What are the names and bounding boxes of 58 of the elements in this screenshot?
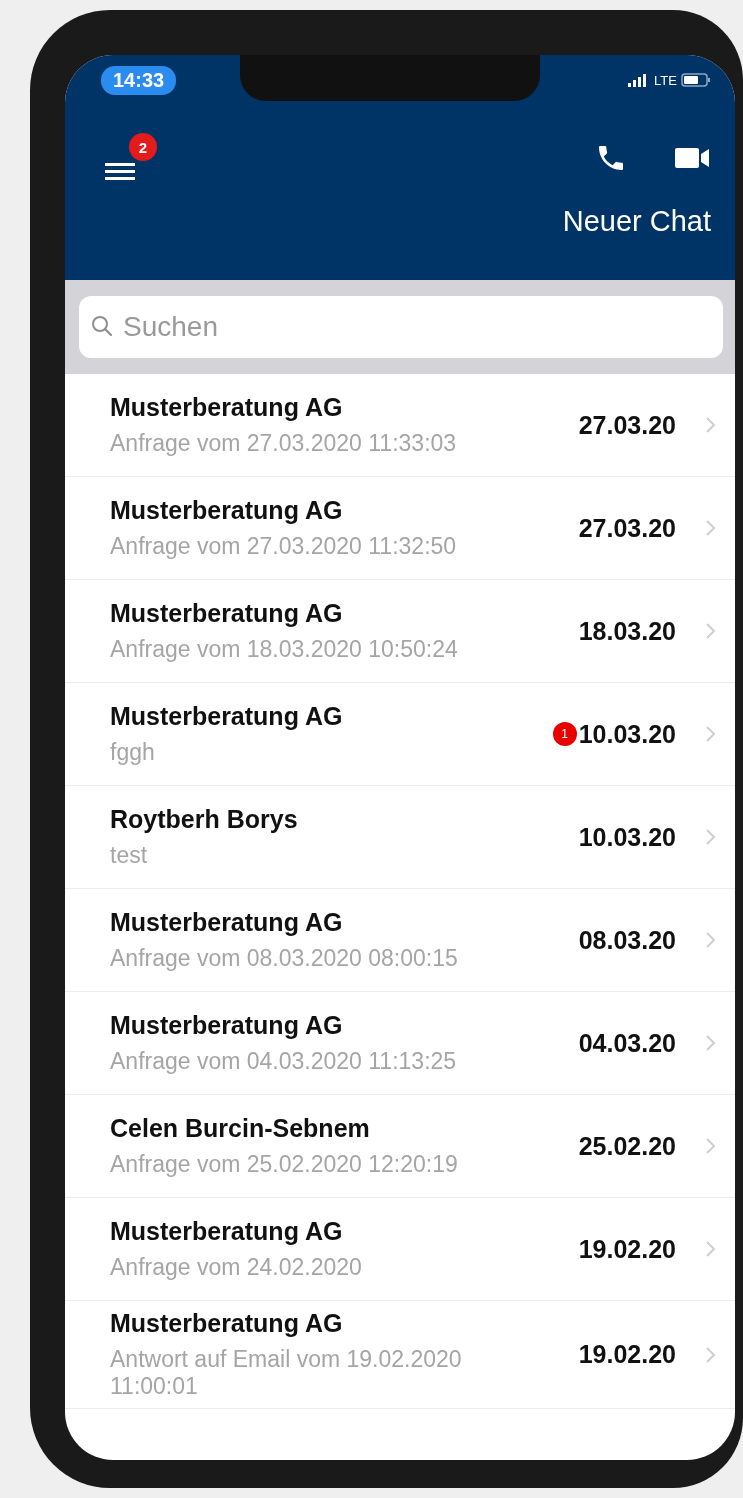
chat-name: Musterberatung AG bbox=[110, 599, 344, 628]
search-field[interactable]: Suchen bbox=[79, 296, 723, 358]
chat-preview: Anfrage vom 27.03.2020 11:32:50 bbox=[110, 533, 458, 560]
chat-name: Musterberatung AG bbox=[110, 1217, 344, 1246]
chevron-icon bbox=[706, 829, 715, 845]
chat-date: 04.03.20 bbox=[578, 1028, 676, 1058]
chat-date: 19.02.20 bbox=[578, 1340, 676, 1369]
chat-name: Musterberatung AG bbox=[110, 702, 344, 731]
chevron-icon bbox=[706, 520, 715, 536]
chat-preview: Anfrage vom 08.03.2020 08:00:15 bbox=[110, 945, 459, 972]
chat-name: Roytberh Borys bbox=[110, 805, 299, 834]
chat-name: Musterberatung AG bbox=[110, 1309, 344, 1338]
chevron-icon bbox=[706, 726, 715, 742]
video-camera-icon[interactable] bbox=[675, 145, 711, 171]
chevron-icon bbox=[706, 932, 715, 948]
chevron-icon bbox=[706, 1346, 715, 1363]
chat-date: 10.03.20 bbox=[578, 719, 676, 749]
chat-name: Musterberatung AG bbox=[110, 393, 344, 422]
chat-date: 25.02.20 bbox=[578, 1131, 676, 1161]
chat-list-item[interactable]: Musterberatung AG Anfrage vom 04.03.2020 11:13:25 04.03.20 bbox=[65, 992, 735, 1095]
chat-preview: Anfrage vom 27.03.2020 11:33:03 bbox=[110, 430, 458, 457]
chat-preview: Anfrage vom 24.02.2020 bbox=[110, 1254, 363, 1281]
notification-badge: 2 bbox=[129, 133, 157, 161]
chat-list-item[interactable]: Musterberatung AG Anfrage vom 27.03.2020 11:32:50 27.03.20 bbox=[65, 477, 735, 580]
chat-preview: Antwort auf Email vom 19.02.2020 11:00:01 bbox=[110, 1346, 463, 1400]
chat-preview: Anfrage vom 25.02.2020 12:20:19 bbox=[110, 1151, 459, 1178]
chevron-icon bbox=[706, 1138, 715, 1154]
new-chat-button[interactable]: Neuer Chat bbox=[562, 205, 711, 238]
chevron-icon bbox=[706, 417, 715, 433]
battery-icon bbox=[681, 73, 711, 87]
chevron-icon bbox=[706, 623, 715, 639]
chat-list-item[interactable]: Musterberatung AG fggh 1 10.03.20 bbox=[65, 683, 735, 786]
chevron-icon bbox=[706, 1241, 715, 1257]
chat-date: 27.03.20 bbox=[578, 410, 676, 440]
chat-name: Musterberatung AG bbox=[110, 1011, 344, 1040]
chat-list-item[interactable]: Musterberatung AG Anfrage vom 24.02.2020 19.02.20 bbox=[65, 1198, 735, 1301]
chat-name: Musterberatung AG bbox=[110, 496, 344, 525]
unread-badge: 1 bbox=[552, 722, 577, 746]
chat-date: 19.02.20 bbox=[578, 1234, 676, 1264]
chat-list-item[interactable]: Musterberatung AG Anfrage vom 18.03.2020 10:50:24 18.03.20 bbox=[65, 580, 735, 683]
chat-preview: fggh bbox=[110, 739, 156, 766]
chat-date: 10.03.20 bbox=[578, 822, 676, 852]
status-time: 14:33 bbox=[101, 65, 177, 95]
chat-date: 27.03.20 bbox=[578, 513, 676, 543]
chat-preview: test bbox=[110, 842, 149, 869]
chat-preview: Anfrage vom 04.03.2020 11:13:25 bbox=[110, 1048, 458, 1075]
chevron-icon bbox=[706, 1035, 715, 1051]
network-label: LTE bbox=[654, 72, 677, 88]
chat-preview: Anfrage vom 18.03.2020 10:50:24 bbox=[110, 636, 459, 663]
chat-name: Musterberatung AG bbox=[110, 908, 344, 937]
chat-list-item[interactable]: Musterberatung AG Antwort auf Email vom 19.02.2020 11:00:01 19.02.20 bbox=[65, 1301, 735, 1409]
chat-list-item[interactable]: Musterberatung AG Anfrage vom 27.03.2020 11:33:03 27.03.20 bbox=[65, 374, 735, 477]
chat-name: Celen Burcin-Sebnem bbox=[110, 1114, 371, 1143]
chat-list-item[interactable]: Roytberh Borys test 10.03.20 bbox=[65, 786, 735, 889]
chat-date: 08.03.20 bbox=[578, 925, 676, 955]
chat-date: 18.03.20 bbox=[578, 616, 676, 646]
chat-list-item[interactable]: Musterberatung AG Anfrage vom 08.03.2020 08:00:15 08.03.20 bbox=[65, 889, 735, 992]
chat-list-item[interactable]: Celen Burcin-Sebnem Anfrage vom 25.02.2020 12:20:19 25.02.20 bbox=[65, 1095, 735, 1198]
